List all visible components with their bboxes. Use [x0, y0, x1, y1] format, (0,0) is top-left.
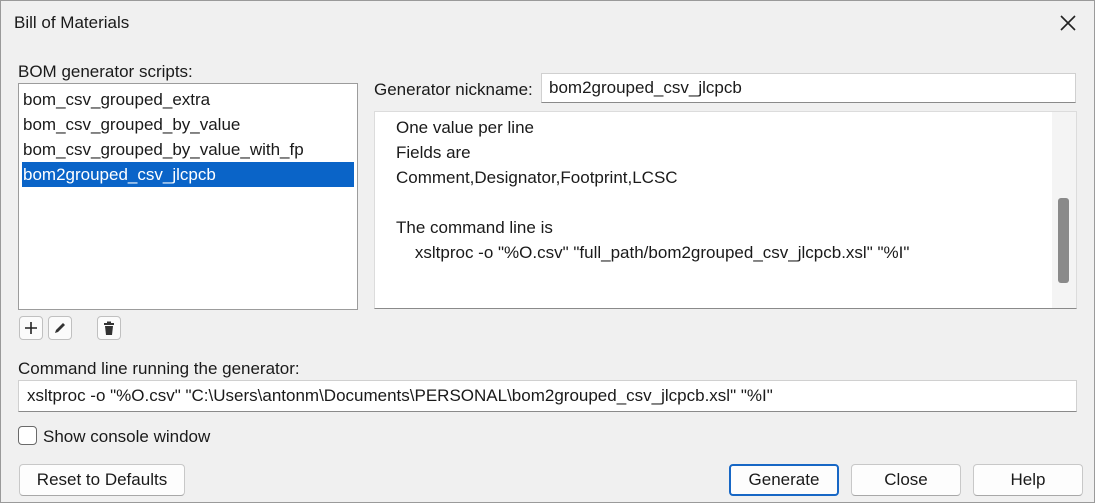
command-label: Command line running the generator: [18, 359, 300, 378]
bom-dialog: Bill of Materials BOM generator scripts:… [0, 0, 1095, 503]
list-item[interactable]: bom_csv_grouped_by_value [22, 112, 354, 137]
help-line: Comment,Designator,Footprint,LCSC [396, 168, 678, 187]
help-button[interactable]: Help [973, 464, 1083, 496]
close-button[interactable]: Close [851, 464, 961, 496]
nickname-field[interactable]: bom2grouped_csv_jlcpcb [541, 73, 1076, 103]
list-item[interactable]: bom_csv_grouped_by_value_with_fp [22, 137, 354, 162]
edit-script-button[interactable] [48, 316, 72, 340]
show-console-label[interactable]: Show console window [43, 427, 210, 447]
help-line: xsltproc -o "%O.csv" "full_path/bom2grou… [396, 243, 910, 262]
generator-help-text[interactable]: One value per line Fields are Comment,De… [374, 111, 1077, 309]
help-line: Fields are [396, 143, 471, 162]
plus-icon [25, 322, 37, 334]
trash-icon [104, 321, 114, 335]
generate-button[interactable]: Generate [729, 464, 839, 496]
scrollbar[interactable] [1052, 112, 1076, 308]
delete-script-button[interactable] [97, 316, 121, 340]
scripts-label: BOM generator scripts: [18, 62, 193, 81]
help-line: The command line is [396, 218, 553, 237]
close-icon [1060, 15, 1076, 31]
reset-defaults-button[interactable]: Reset to Defaults [19, 464, 185, 496]
dialog-title: Bill of Materials [14, 13, 130, 32]
list-item-selected[interactable]: bom2grouped_csv_jlcpcb [22, 162, 354, 187]
scrollbar-thumb[interactable] [1058, 198, 1069, 283]
command-line-field[interactable]: xsltproc -o "%O.csv" "C:\Users\antonm\Do… [18, 380, 1077, 412]
add-script-button[interactable] [19, 316, 43, 340]
pencil-icon [55, 323, 65, 333]
help-line: One value per line [396, 118, 534, 137]
list-item[interactable]: bom_csv_grouped_extra [22, 87, 354, 112]
scripts-list[interactable]: bom_csv_grouped_extra bom_csv_grouped_by… [18, 83, 358, 310]
title-bar: Bill of Materials [1, 1, 1094, 45]
close-window-button[interactable] [1056, 11, 1080, 35]
show-console-checkbox[interactable] [18, 426, 37, 445]
nickname-label: Generator nickname: [374, 80, 533, 99]
